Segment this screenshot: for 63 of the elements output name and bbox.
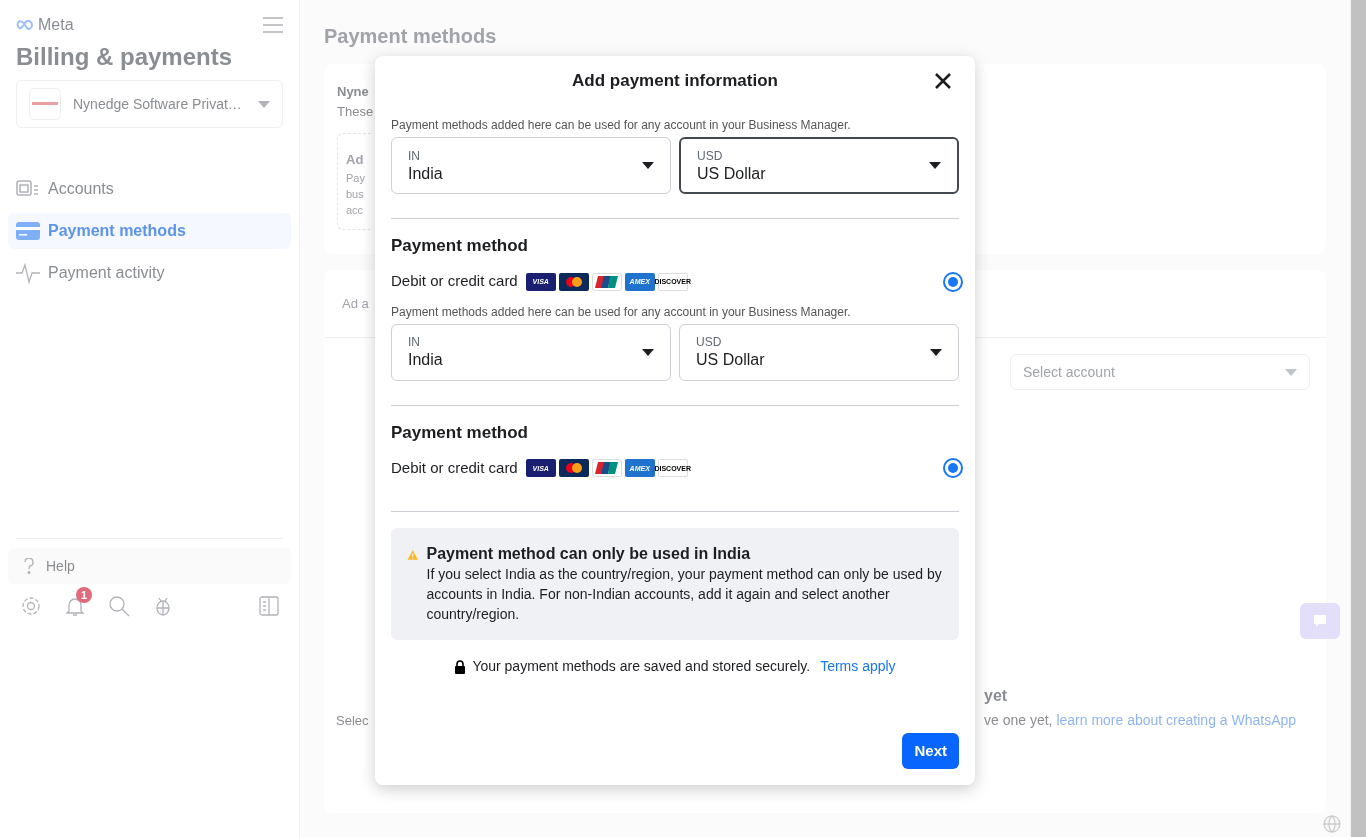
unionpay-logo bbox=[591, 459, 622, 477]
empty-state-text: ve one yet, learn more about creating a WhatsApp bbox=[984, 711, 1297, 730]
caret-icon bbox=[258, 100, 270, 108]
next-button[interactable]: Next bbox=[902, 733, 959, 769]
help-link[interactable]: Help bbox=[8, 548, 291, 584]
inner-card-text: acc bbox=[346, 202, 365, 218]
menu-icon[interactable] bbox=[263, 17, 283, 33]
nav-item[interactable]: Payment activity bbox=[8, 255, 291, 291]
warning-title: Payment method can only be used in India bbox=[426, 544, 752, 564]
caret-icon bbox=[930, 348, 942, 356]
business-logo-icon bbox=[29, 88, 61, 120]
unionpay-logo bbox=[591, 272, 622, 291]
nav-item[interactable]: Payment methods bbox=[8, 213, 291, 249]
feedback-button[interactable] bbox=[1300, 603, 1340, 639]
caret-icon bbox=[929, 162, 941, 169]
modal-title: Add payment information bbox=[572, 70, 778, 93]
nav-item[interactable]: Accounts bbox=[8, 171, 291, 207]
warning-text: If you select India as the country/region, your payment method can only be used by accounts in India. For non-Indian accounts, add it again and select another country/region. bbox=[426, 565, 943, 624]
empty-state-text: Selec bbox=[335, 711, 370, 730]
pulse-icon bbox=[16, 262, 40, 284]
info-text: Payment methods added here can be used for any account in your Business Manager. bbox=[391, 303, 852, 321]
settings-icon[interactable] bbox=[20, 595, 42, 617]
dropdown[interactable]: IN India bbox=[391, 137, 671, 194]
payment-option-label: Debit or credit card bbox=[391, 271, 518, 292]
caret-icon bbox=[642, 348, 654, 356]
empty-state-heading: yet bbox=[984, 686, 1008, 706]
mastercard-logo bbox=[558, 459, 589, 477]
card-subtext: These bbox=[337, 102, 375, 121]
logo-text: Meta bbox=[38, 15, 74, 35]
caret-icon bbox=[642, 162, 654, 169]
section-heading: Payment method bbox=[391, 421, 529, 444]
scrollbar[interactable] bbox=[1350, 0, 1366, 837]
learn-more-link[interactable]: learn more about creating a WhatsApp bbox=[1056, 712, 1297, 728]
question-mark-icon bbox=[24, 558, 34, 574]
payment-option-label: Debit or credit card bbox=[391, 457, 518, 478]
terms-link[interactable]: Terms apply bbox=[820, 656, 896, 677]
page-heading: Payment methods bbox=[324, 24, 498, 48]
mastercard-logo bbox=[558, 272, 589, 291]
caret-icon bbox=[1285, 368, 1297, 376]
inner-card-text: bus bbox=[346, 186, 365, 202]
info-text: Payment methods added here can be used for any account in your Business Manager. bbox=[391, 117, 852, 134]
tab[interactable]: Ad a bbox=[342, 293, 369, 314]
globe-icon[interactable] bbox=[1323, 815, 1341, 833]
radio-button[interactable] bbox=[943, 458, 963, 478]
dropdown[interactable]: USD US Dollar bbox=[679, 137, 959, 194]
dropdown[interactable]: IN India bbox=[391, 323, 671, 381]
business-selector[interactable]: Nynedge Software Privat… bbox=[16, 80, 283, 128]
notification-badge: 1 bbox=[76, 587, 92, 603]
infinity-logo-icon bbox=[16, 20, 34, 30]
card-icon bbox=[16, 222, 40, 240]
inner-card-heading: Ad bbox=[346, 151, 365, 169]
search-icon[interactable] bbox=[108, 595, 130, 617]
page-title: Billing & payments bbox=[16, 43, 234, 71]
panel-toggle-icon[interactable] bbox=[259, 596, 279, 616]
dropdown[interactable]: USD US Dollar bbox=[679, 323, 959, 381]
close-icon bbox=[935, 73, 951, 89]
chat-icon bbox=[1312, 613, 1328, 629]
account-dropdown[interactable]: Select account bbox=[1010, 354, 1310, 390]
section-heading: Payment method bbox=[391, 235, 529, 257]
inner-card-text: Pay bbox=[346, 170, 366, 186]
lock-icon bbox=[454, 659, 467, 674]
radio-button[interactable] bbox=[943, 271, 963, 292]
security-note: Your payment methods are saved and stored securely. bbox=[472, 657, 811, 676]
